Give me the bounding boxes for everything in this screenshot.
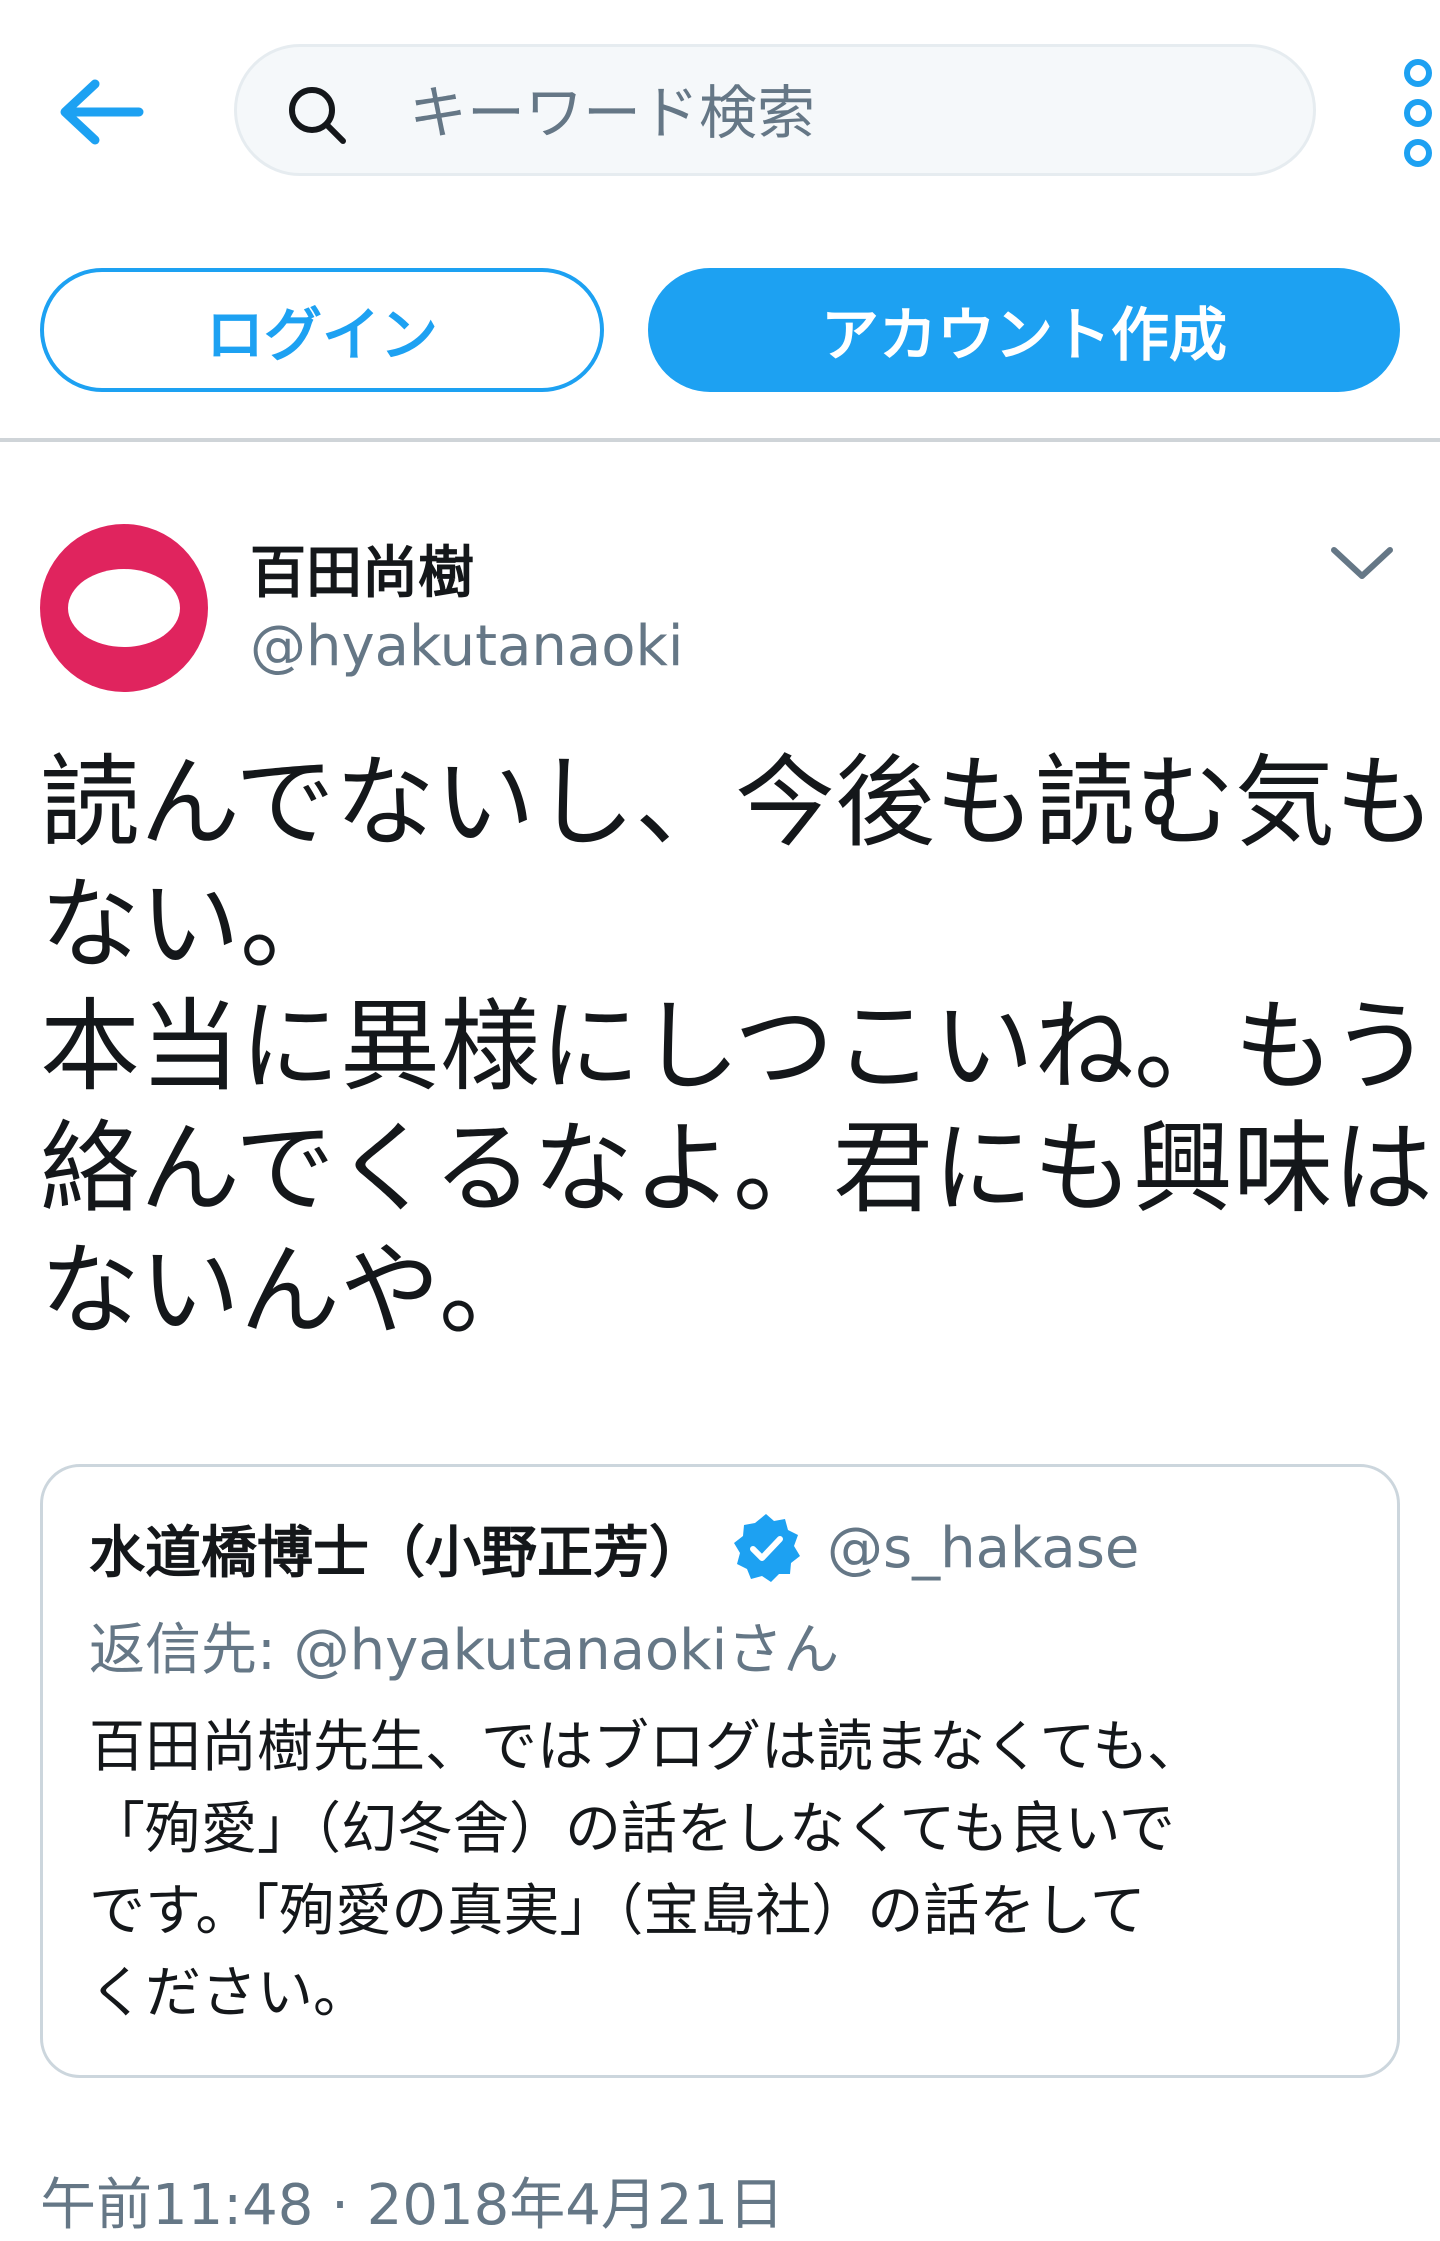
default-avatar-egg-icon <box>68 569 180 647</box>
quoted-text-line: 百田尚樹先生、ではブログは読まなくても、 <box>89 1715 1203 1780</box>
chevron-down-icon <box>1331 547 1393 579</box>
search-placeholder[interactable]: キーワード検索 <box>409 81 815 145</box>
back-arrow-icon <box>60 79 144 145</box>
tweet-text-line: 本当に異様にしつこいね。もう <box>40 988 1431 1105</box>
quoted-text-line: 「殉愛」（幻冬舎）の話をしなくても良いで <box>89 1797 1175 1862</box>
tweet-menu-button[interactable] <box>1322 536 1402 588</box>
more-vertical-icon <box>1404 59 1432 167</box>
tweet-text: 読んでないし、今後も読む気も ない。 本当に異様にしつこいね。もう 絡んでくるな… <box>40 742 1435 1352</box>
quoted-tweet[interactable]: 水道橋博士（小野正芳） @s_hakase 返信先: @hyakutanaoki… <box>40 1464 1400 2078</box>
quoted-tweet-header: 水道橋博士（小野正芳） @s_hakase <box>89 1503 1139 1593</box>
author-handle[interactable]: @hyakutanaoki <box>250 614 683 679</box>
back-button[interactable] <box>50 72 150 152</box>
tweet-text-line: ない。 <box>40 866 340 983</box>
quoted-author-handle: @s_hakase <box>827 1515 1140 1581</box>
more-options-button[interactable] <box>1396 58 1440 168</box>
tweet-timestamp: 午前11:48 · 2018年4月21日 <box>40 2173 785 2238</box>
quoted-text-line: です。「殉愛の真実」（宝島社）の話をして <box>89 1879 1146 1944</box>
signup-button[interactable]: アカウント作成 <box>648 268 1400 392</box>
login-button[interactable]: ログイン <box>40 268 604 392</box>
search-bar[interactable]: キーワード検索 <box>234 44 1316 176</box>
tweet-text-line: 読んでないし、今後も読む気も <box>40 744 1435 861</box>
auth-buttons: ログイン アカウント作成 <box>0 268 1440 392</box>
quoted-tweet-text: 百田尚樹先生、ではブログは読まなくても、 「殉愛」（幻冬舎）の話をしなくても良い… <box>89 1707 1379 2035</box>
divider <box>0 438 1440 442</box>
tweet-text-line: 絡んでくるなよ。君にも興味は <box>40 1110 1433 1227</box>
avatar[interactable] <box>40 524 208 692</box>
quoted-author-name: 水道橋博士（小野正芳） <box>89 1520 705 1586</box>
top-bar: キーワード検索 <box>0 0 1440 200</box>
reply-to-text: 返信先: @hyakutanaokiさん <box>89 1618 840 1683</box>
verified-badge-icon <box>734 1514 800 1582</box>
author-name[interactable]: 百田尚樹 <box>250 528 474 609</box>
search-icon <box>289 87 346 144</box>
quoted-text-line: ください。 <box>89 1961 369 2026</box>
tweet-text-line: ないんや。 <box>40 1232 539 1349</box>
